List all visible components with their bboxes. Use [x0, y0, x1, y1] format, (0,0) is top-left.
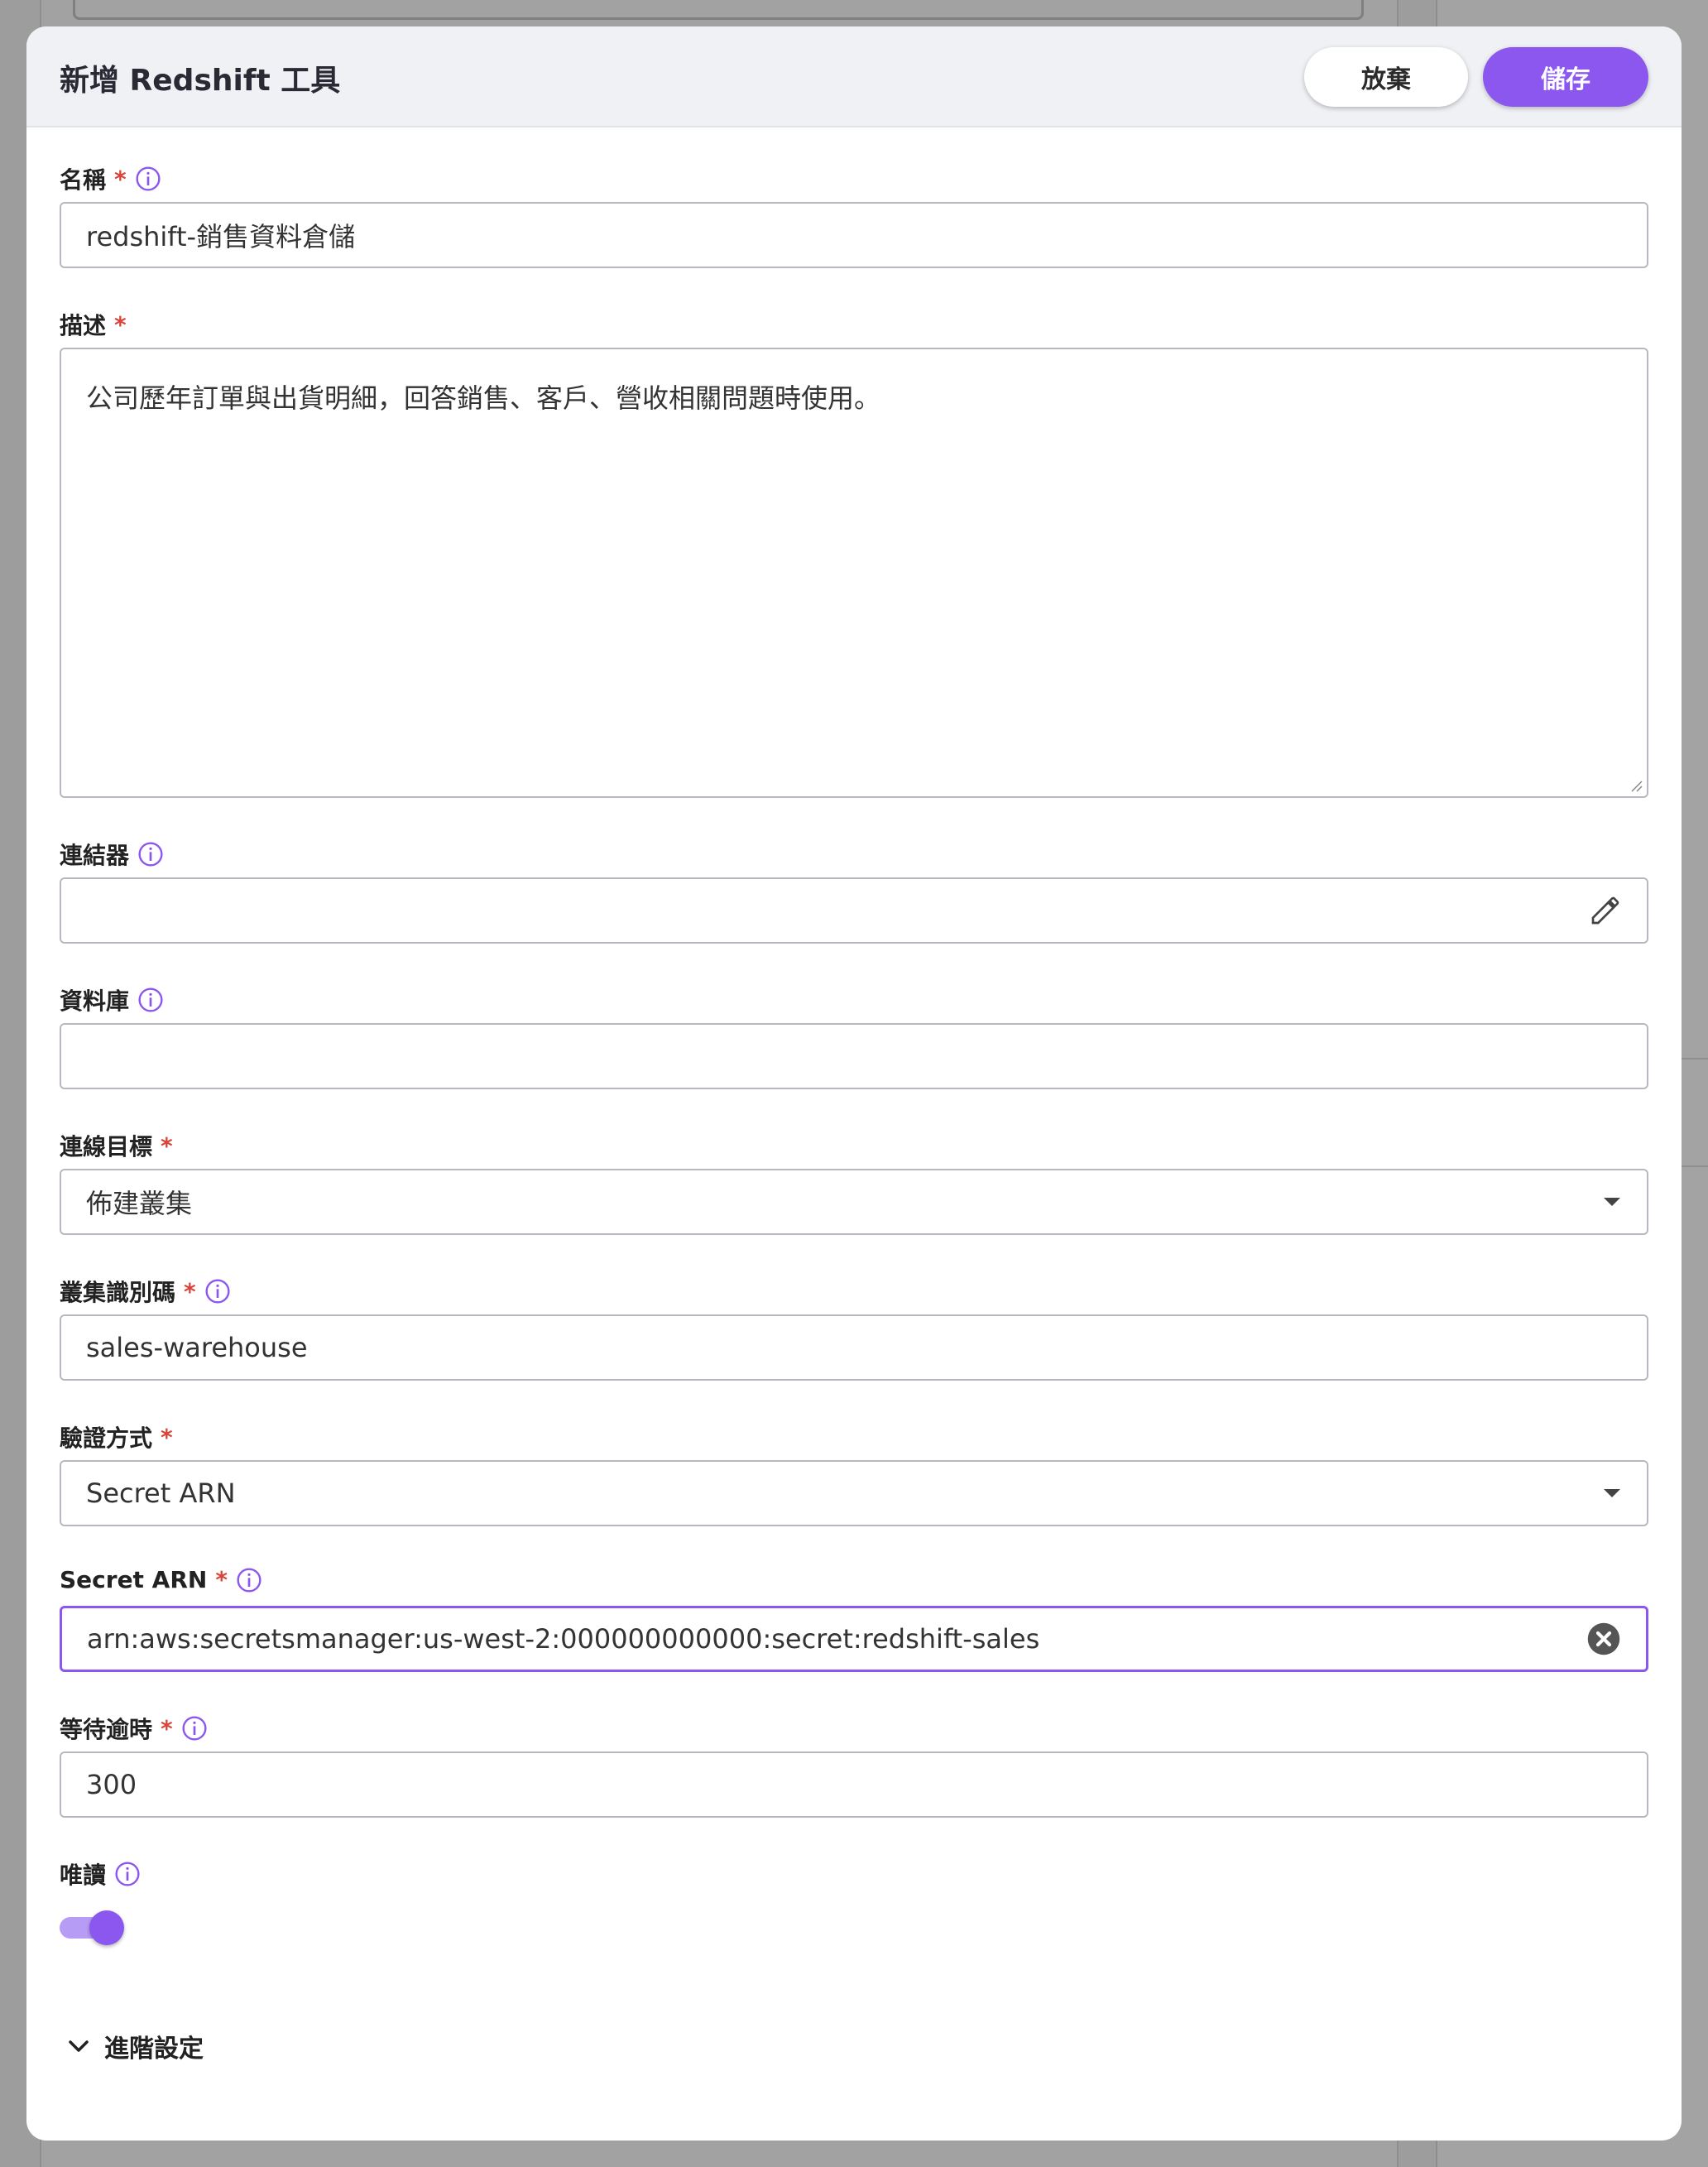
cluster-id-label-text: 叢集識別碼 [60, 1279, 176, 1306]
secret-arn-input[interactable]: arn:aws:secretsmanager:us-west-2:0000000… [60, 1606, 1648, 1672]
discard-button[interactable]: 放棄 [1304, 47, 1468, 107]
required-marker: * [161, 1132, 173, 1160]
resize-handle-icon[interactable] [1629, 778, 1643, 793]
connector-label: 連結器 [60, 838, 164, 871]
info-icon[interactable] [135, 166, 161, 192]
auth-method-label: 驗證方式 * [60, 1420, 173, 1453]
cluster-id-label: 叢集識別碼 * [60, 1275, 231, 1308]
dropdown-arrow-icon [1604, 1489, 1620, 1497]
auth-method-label-text: 驗證方式 [60, 1425, 153, 1452]
name-label-text: 名稱 [60, 166, 107, 194]
toggle-knob [89, 1910, 124, 1945]
info-icon[interactable] [137, 841, 164, 867]
auth-method-select[interactable]: Secret ARN [60, 1460, 1648, 1526]
description-label-text: 描述 [60, 312, 107, 339]
cluster-id-value: sales-warehouse [86, 1332, 308, 1363]
database-label-text: 資料庫 [60, 987, 130, 1015]
connection-target-label: 連線目標 * [60, 1129, 173, 1162]
description-label: 描述 * [60, 308, 127, 341]
edit-pencil-icon[interactable] [1589, 894, 1622, 927]
read-only-toggle[interactable] [60, 1909, 126, 1945]
connector-label-text: 連結器 [60, 842, 130, 869]
name-input-value: redshift-銷售資料倉儲 [86, 221, 356, 252]
save-button[interactable]: 儲存 [1483, 47, 1648, 107]
cluster-id-input[interactable]: sales-warehouse [60, 1314, 1648, 1381]
connector-input[interactable] [60, 877, 1648, 944]
read-only-label-text: 唯讀 [60, 1862, 107, 1889]
description-textarea[interactable]: 公司歷年訂單與出貨明細，回答銷售、客戶、營收相關問題時使用。 [60, 348, 1648, 798]
clear-icon[interactable] [1586, 1622, 1621, 1656]
connection-target-select[interactable]: 佈建叢集 [60, 1169, 1648, 1235]
database-label: 資料庫 [60, 983, 164, 1016]
timeout-value: 300 [86, 1769, 137, 1800]
name-input[interactable]: redshift-銷售資料倉儲 [60, 202, 1648, 268]
info-icon[interactable] [114, 1861, 141, 1887]
connection-target-label-text: 連線目標 [60, 1133, 153, 1160]
info-icon[interactable] [236, 1567, 262, 1593]
name-label: 名稱 * [60, 162, 161, 195]
secret-arn-label: Secret ARN * [60, 1566, 262, 1593]
info-icon[interactable] [181, 1715, 208, 1742]
secret-arn-label-text: Secret ARN [60, 1566, 208, 1593]
timeout-input[interactable]: 300 [60, 1751, 1648, 1818]
background-input [73, 0, 1364, 20]
info-icon[interactable] [204, 1278, 231, 1305]
description-value: 公司歷年訂單與出貨明細，回答銷售、客戶、營收相關問題時使用。 [86, 382, 881, 414]
dropdown-arrow-icon [1604, 1198, 1620, 1206]
database-input[interactable] [60, 1023, 1648, 1089]
dialog-header: 新增 Redshift 工具 放棄 儲存 [26, 26, 1682, 127]
required-marker: * [184, 1277, 196, 1305]
timeout-label: 等待逾時 * [60, 1712, 208, 1745]
advanced-settings-toggle[interactable]: 進階設定 [68, 2028, 204, 2064]
required-marker: * [114, 165, 127, 193]
timeout-label-text: 等待逾時 [60, 1716, 153, 1743]
required-marker: * [161, 1714, 173, 1742]
info-icon[interactable] [137, 987, 164, 1013]
auth-method-value: Secret ARN [86, 1478, 236, 1509]
required-marker: * [114, 310, 127, 339]
required-marker: * [215, 1566, 228, 1593]
connection-target-value: 佈建叢集 [86, 1188, 193, 1219]
secret-arn-value: arn:aws:secretsmanager:us-west-2:0000000… [87, 1623, 1040, 1655]
add-redshift-tool-dialog: 新增 Redshift 工具 放棄 儲存 名稱 * redshift-銷售資料倉… [26, 26, 1682, 2141]
advanced-settings-label: 進階設定 [104, 2035, 204, 2064]
dialog-title: 新增 Redshift 工具 [60, 64, 341, 98]
required-marker: * [161, 1423, 173, 1451]
read-only-label: 唯讀 [60, 1857, 141, 1891]
chevron-down-icon [69, 2040, 89, 2052]
